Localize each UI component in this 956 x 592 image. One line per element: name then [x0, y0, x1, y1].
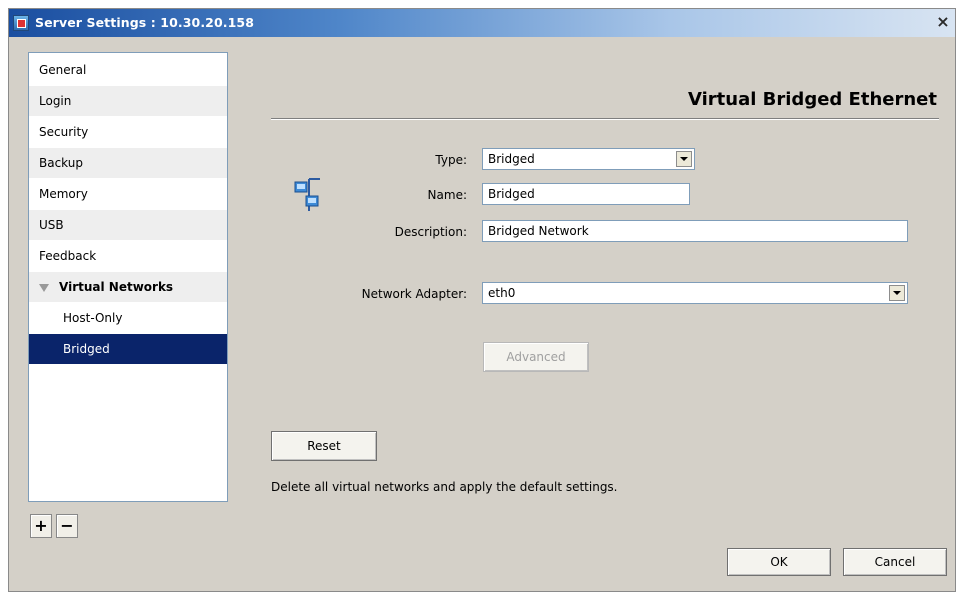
- sidebar-item-host-only[interactable]: Host-Only: [29, 303, 227, 333]
- sidebar-item-feedback[interactable]: Feedback: [29, 241, 227, 271]
- reset-description: Delete all virtual networks and apply th…: [271, 480, 618, 494]
- close-icon[interactable]: ×: [935, 14, 951, 31]
- sidebar-item-label: Host-Only: [63, 311, 123, 325]
- reset-button[interactable]: Reset: [271, 431, 377, 461]
- sidebar-item-label: Memory: [39, 187, 88, 201]
- sidebar-item-label: Feedback: [39, 249, 97, 263]
- app-icon: [13, 15, 29, 31]
- expand-triangle-icon[interactable]: [39, 283, 49, 292]
- network-adapter-value: eth0: [488, 286, 516, 300]
- sidebar-item-label: Login: [39, 94, 72, 108]
- network-adapter-label: Network Adapter:: [361, 287, 467, 301]
- add-network-button[interactable]: +: [30, 514, 52, 538]
- sidebar-item-label: General: [39, 63, 87, 77]
- sidebar-item-label: Bridged: [63, 342, 110, 356]
- title-bar[interactable]: Server Settings : 10.30.20.158 ×: [9, 9, 955, 37]
- sidebar-item-security[interactable]: Security: [29, 117, 227, 147]
- sidebar-item-label: Virtual Networks: [59, 280, 174, 294]
- sidebar-item-label: Security: [39, 125, 89, 139]
- chevron-down-icon[interactable]: [889, 285, 905, 301]
- description-field[interactable]: Bridged Network: [482, 220, 908, 242]
- name-field[interactable]: Bridged: [482, 183, 690, 205]
- network-adapter-icon: [294, 178, 320, 211]
- sidebar-item-general[interactable]: General: [29, 55, 227, 85]
- sidebar-item-label: Backup: [39, 156, 83, 170]
- title-divider: [271, 118, 939, 120]
- sidebar-item-login[interactable]: Login: [29, 86, 227, 116]
- cancel-button[interactable]: Cancel: [843, 548, 947, 576]
- type-label: Type:: [435, 153, 467, 167]
- window-title: Server Settings : 10.30.20.158: [35, 15, 255, 30]
- description-label: Description:: [394, 225, 467, 239]
- page-title: Virtual Bridged Ethernet: [688, 89, 937, 110]
- sidebar-item-label: USB: [39, 218, 64, 232]
- sidebar-item-memory[interactable]: Memory: [29, 179, 227, 209]
- sidebar-item-virtual-networks[interactable]: Virtual Networks: [29, 272, 227, 302]
- name-label: Name:: [427, 188, 467, 202]
- ok-button[interactable]: OK: [727, 548, 831, 576]
- settings-nav-list: General Login Security Backup Memory USB…: [28, 52, 228, 502]
- network-adapter-dropdown[interactable]: eth0: [482, 282, 908, 304]
- sidebar-item-usb[interactable]: USB: [29, 210, 227, 240]
- type-value: Bridged: [488, 152, 535, 166]
- remove-network-button[interactable]: −: [56, 514, 78, 538]
- sidebar-item-bridged[interactable]: Bridged: [29, 334, 227, 364]
- sidebar-item-backup[interactable]: Backup: [29, 148, 227, 178]
- server-settings-window: Server Settings : 10.30.20.158 × General…: [8, 8, 956, 592]
- type-dropdown[interactable]: Bridged: [482, 148, 695, 170]
- chevron-down-icon[interactable]: [676, 151, 692, 167]
- advanced-button[interactable]: Advanced: [483, 342, 589, 372]
